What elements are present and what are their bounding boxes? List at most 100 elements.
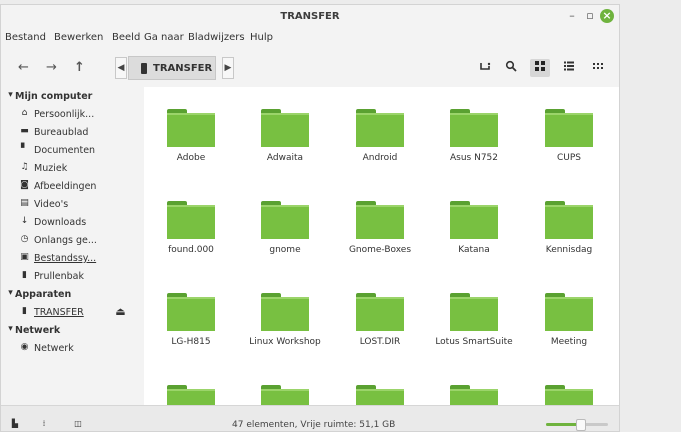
menu-hulp[interactable]: Hulp <box>250 32 273 43</box>
icon-view-icon[interactable] <box>530 59 550 77</box>
folder-item[interactable] <box>144 363 238 405</box>
folder-item[interactable]: Gnome-Boxes <box>333 179 427 259</box>
folder-item[interactable]: gnome <box>238 179 332 259</box>
file-grid: Adobe Adwaita Android Asus N752 CUPS found.00… <box>144 87 619 405</box>
folder-item[interactable]: Katana <box>427 179 521 259</box>
music-icon: ♫ <box>20 162 29 172</box>
folder-item[interactable] <box>522 363 616 405</box>
folder-item[interactable]: CUPS <box>522 87 616 167</box>
search-icon[interactable] <box>501 59 521 77</box>
menu-bestand[interactable]: Bestand <box>5 32 46 43</box>
folder-name: gnome <box>269 245 301 255</box>
folder-icon <box>545 293 593 331</box>
folder-name: Adobe <box>176 153 206 163</box>
folder-icon <box>167 109 215 147</box>
folder-icon <box>450 385 498 405</box>
folder-item[interactable]: Lotus SmartSuite <box>427 271 521 351</box>
folder-name: Adwaita <box>266 153 304 163</box>
minimize-button[interactable]: – <box>565 9 579 23</box>
folder-name: Meeting <box>550 337 588 347</box>
forward-button[interactable]: → <box>46 61 57 75</box>
folder-icon <box>167 293 215 331</box>
folder-item[interactable]: Android <box>333 87 427 167</box>
folder-item[interactable]: LOST.DIR <box>333 271 427 351</box>
folder-name: Gnome-Boxes <box>348 245 412 255</box>
sidebar: ▾ Mijn computer ⌂ Persoonlijk... ▬ Burea… <box>1 87 144 405</box>
up-button[interactable]: ↑ <box>74 61 85 75</box>
folder-item[interactable]: Asus N752 <box>427 87 521 167</box>
folder-name: found.000 <box>168 245 214 255</box>
folder-item[interactable]: Meeting <box>522 271 616 351</box>
toolbar: ← → ↑ ◀ TRANSFER ▶ <box>1 51 619 85</box>
menu-bladwijzers[interactable]: Bladwijzers <box>188 32 245 43</box>
hide-sidebar-icon[interactable]: ◫ <box>72 418 84 430</box>
zoom-slider[interactable] <box>546 419 608 431</box>
folder-icon <box>356 293 404 331</box>
folder-name: CUPS <box>556 153 581 163</box>
folder-item[interactable]: Kennisdag <box>522 179 616 259</box>
usb-drive-icon <box>141 63 147 74</box>
eject-icon[interactable]: ⏏ <box>115 305 126 318</box>
document-icon: ▘ <box>21 144 28 154</box>
folder-name: Lotus SmartSuite <box>435 337 513 347</box>
folder-name: Android <box>362 153 398 163</box>
window-title: TRANSFER <box>280 11 340 22</box>
breadcrumb-label: TRANSFER <box>153 63 213 74</box>
folder-icon <box>261 109 309 147</box>
folder-icon <box>167 385 215 405</box>
trash-icon: ▮ <box>22 270 27 280</box>
file-manager-window: TRANSFER – ▫ × Bestand Bewerken Beeld Ga… <box>0 4 620 432</box>
show-places-icon[interactable]: ▙ <box>9 418 21 430</box>
desktop-background <box>620 0 681 432</box>
folder-icon <box>167 201 215 239</box>
folder-icon <box>545 109 593 147</box>
back-button[interactable]: ← <box>18 61 29 75</box>
folder-item[interactable] <box>427 363 521 405</box>
folder-item[interactable] <box>238 363 332 405</box>
terminal-icon[interactable] <box>475 59 495 77</box>
usb-drive-icon: ▮ <box>22 306 27 316</box>
drive-icon: ▣ <box>20 252 29 262</box>
compact-view-icon[interactable] <box>588 59 608 77</box>
breadcrumb-left-button[interactable]: ◀ <box>115 57 127 79</box>
sidebar-item-transfer[interactable]: ▮ TRANSFER ⏏ <box>1 305 144 321</box>
zoom-slider-handle[interactable] <box>576 419 587 431</box>
folder-name: Kennisdag <box>545 245 593 255</box>
status-text: 47 elementen, Vrije ruimte: 51,1 GB <box>232 420 396 430</box>
folder-icon <box>356 109 404 147</box>
breadcrumb-right-button[interactable]: ▶ <box>222 57 234 79</box>
list-view-icon[interactable] <box>559 59 579 77</box>
folder-item[interactable]: Adwaita <box>238 87 332 167</box>
video-icon: ▤ <box>20 198 29 208</box>
folder-icon <box>545 385 593 405</box>
status-bar: ▙ ⁞ ◫ 47 elementen, Vrije ruimte: 51,1 G… <box>1 405 619 431</box>
menu-bewerken[interactable]: Bewerken <box>54 32 103 43</box>
maximize-button[interactable]: ▫ <box>583 9 597 23</box>
camera-icon: ◙ <box>20 180 29 190</box>
download-icon: ↓ <box>20 216 29 226</box>
folder-item[interactable] <box>333 363 427 405</box>
show-tree-icon[interactable]: ⁞ <box>38 418 50 430</box>
folder-item[interactable]: Linux Workshop <box>238 271 332 351</box>
folder-name: Linux Workshop <box>249 337 321 347</box>
folder-item[interactable]: Adobe <box>144 87 238 167</box>
folder-name: Katana <box>458 245 490 255</box>
folder-item[interactable]: found.000 <box>144 179 238 259</box>
desktop-icon: ▬ <box>20 126 29 136</box>
close-button[interactable]: × <box>600 9 614 23</box>
breadcrumb-current[interactable]: TRANSFER <box>128 56 216 80</box>
folder-icon <box>450 109 498 147</box>
folder-name: LG-H815 <box>171 337 211 347</box>
folder-name: Asus N752 <box>449 153 498 163</box>
menu-beeld[interactable]: Beeld <box>112 32 140 43</box>
folder-icon <box>356 201 404 239</box>
home-icon: ⌂ <box>21 108 28 118</box>
folder-icon <box>261 201 309 239</box>
recent-icon: ◷ <box>20 234 29 244</box>
folder-icon <box>450 293 498 331</box>
folder-item[interactable]: LG-H815 <box>144 271 238 351</box>
folder-icon <box>356 385 404 405</box>
folder-icon <box>545 201 593 239</box>
folder-icon <box>261 293 309 331</box>
menu-ga-naar[interactable]: Ga naar <box>144 32 184 43</box>
